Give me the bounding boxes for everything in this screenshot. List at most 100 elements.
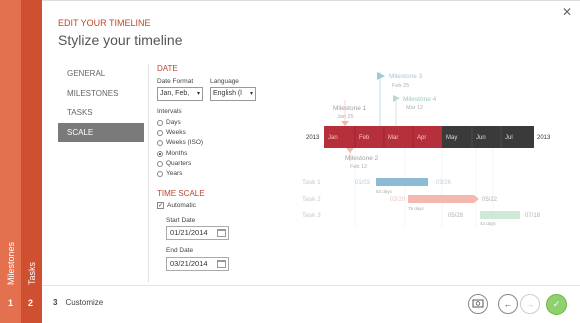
start-date-value: 01/21/2014 — [170, 228, 208, 237]
forward-button[interactable]: → — [520, 294, 540, 314]
time-scale-section-title: TIME SCALE — [157, 189, 205, 198]
task-2-start: 03/20 — [390, 197, 406, 203]
preview-button[interactable] — [468, 294, 488, 314]
task-3-start: 05/28 — [448, 213, 464, 219]
automatic-label: Automatic — [167, 202, 196, 209]
step-rail-tasks[interactable]: Tasks 2 — [21, 0, 42, 323]
radio-dot — [157, 129, 163, 136]
milestone-3-name: Milestone 3 — [389, 73, 423, 80]
radio-label: Weeks — [166, 129, 186, 136]
back-button[interactable]: ← — [498, 294, 518, 314]
start-date-label: Start Date — [166, 217, 196, 224]
step-number-3: 3 — [53, 298, 58, 307]
timeline-preview: Milestone 3 Feb 25 Milestone 4 Mar 12 Mi… — [302, 72, 551, 227]
radio-dot — [157, 119, 163, 126]
month-label-jul: Jul — [505, 135, 513, 141]
intervals-label: Intervals — [157, 108, 182, 115]
milestone-2-date: Feb 12 — [350, 164, 367, 170]
task-1-name: Task 1 — [302, 179, 321, 186]
date-format-select[interactable]: Jan, Feb, ▾ — [157, 87, 203, 101]
automatic-checkbox[interactable]: ✓ Automatic — [157, 202, 196, 209]
start-date-input[interactable]: 01/21/2014 — [166, 226, 229, 240]
language-select[interactable]: English (l ▾ — [210, 87, 256, 101]
done-button[interactable]: ✓ — [546, 294, 567, 315]
month-label-jan: Jan — [328, 135, 338, 141]
page-subtitle: EDIT YOUR TIMELINE — [58, 18, 151, 28]
nav-item-tasks[interactable]: TASKS — [58, 103, 144, 123]
end-date-label: End Date — [166, 247, 194, 254]
step-label-milestones: Milestones — [6, 241, 16, 285]
milestone-1-date: Jan 25 — [337, 114, 354, 120]
milestone-4-name: Milestone 4 — [403, 96, 437, 103]
task-1-end: 03/26 — [436, 180, 452, 186]
step-number-2: 2 — [28, 298, 34, 308]
month-label-feb: Feb — [359, 135, 370, 141]
radio-dot — [157, 139, 163, 146]
chevron-down-icon: ▾ — [196, 91, 200, 97]
milestone-4-date: Mar 12 — [406, 105, 423, 111]
interval-radio-quarters[interactable]: Quarters — [157, 160, 191, 167]
interval-radio-months[interactable]: Months — [157, 150, 187, 157]
milestone-4-flag-icon — [393, 95, 400, 102]
nav-item-milestones[interactable]: MILESTONES — [58, 84, 144, 104]
checkbox-icon: ✓ — [157, 202, 164, 209]
month-label-may: May — [446, 135, 457, 141]
month-label-mar: Mar — [388, 135, 398, 141]
milestone-3-date: Feb 25 — [392, 83, 409, 89]
task-1-bar — [376, 178, 428, 186]
forward-arrow-icon: → — [525, 299, 535, 309]
task-3-name: Task 3 — [302, 212, 321, 219]
radio-label: Days — [166, 119, 181, 126]
chevron-down-icon: ▾ — [249, 91, 253, 97]
step-customize[interactable]: 3 Customize — [53, 298, 103, 307]
end-date-input[interactable]: 03/21/2014 — [166, 257, 229, 271]
preview-icon — [472, 299, 484, 308]
step-label-tasks: Tasks — [27, 261, 37, 285]
task-2-days: 79 days — [408, 206, 425, 211]
radio-label: Quarters — [166, 160, 192, 167]
top-border — [42, 0, 580, 1]
interval-radio-weeks-iso[interactable]: Weeks (ISO) — [157, 139, 203, 146]
date-format-label: Date Format — [157, 78, 194, 85]
interval-radio-days[interactable]: Days — [157, 119, 181, 126]
nav-item-general[interactable]: GENERAL — [58, 64, 144, 84]
task-2-bar — [408, 195, 479, 203]
milestone-1-marker-icon — [341, 121, 349, 126]
footer-divider — [42, 285, 580, 286]
scale-year-left: 2013 — [306, 135, 320, 141]
language-value: English (l — [213, 90, 242, 97]
task-3-days: 43 days — [480, 221, 497, 226]
step-rail-milestones[interactable]: Milestones 1 — [0, 0, 21, 323]
radio-dot — [157, 160, 163, 167]
radio-label: Months — [166, 150, 188, 157]
interval-radio-years[interactable]: Years — [157, 170, 182, 177]
radio-dot-selected — [157, 150, 163, 157]
date-section-title: DATE — [157, 64, 178, 73]
scale-year-right: 2013 — [537, 135, 551, 141]
milestone-2-name: Milestone 2 — [345, 155, 379, 162]
close-icon[interactable]: ✕ — [562, 5, 572, 19]
month-label-jun: Jun — [476, 135, 486, 141]
date-format-value: Jan, Feb, — [160, 90, 190, 97]
calendar-icon[interactable] — [217, 260, 226, 268]
language-label: Language — [210, 78, 239, 85]
radio-label: Weeks (ISO) — [166, 139, 204, 146]
task-3-bar — [480, 211, 520, 219]
checkmark-icon: ✓ — [552, 299, 561, 309]
task-1-start: 01/03 — [355, 180, 371, 186]
milestone-1-name: Milestone 1 — [333, 105, 367, 112]
nav-divider — [148, 64, 149, 282]
radio-label: Years — [166, 170, 183, 177]
end-date-value: 03/21/2014 — [170, 259, 208, 268]
step-label-customize: Customize — [65, 298, 104, 307]
page-title: Stylize your timeline — [58, 32, 183, 48]
back-arrow-icon: ← — [503, 299, 513, 309]
nav-item-scale[interactable]: SCALE — [58, 122, 144, 142]
interval-radio-weeks[interactable]: Weeks — [157, 129, 186, 136]
step-number-1: 1 — [8, 298, 14, 308]
task-1-days: 53 days — [376, 189, 393, 194]
settings-nav: GENERAL MILESTONES TASKS SCALE — [58, 64, 144, 142]
calendar-icon[interactable] — [217, 229, 226, 237]
task-3-end: 07/18 — [525, 213, 541, 219]
month-label-apr: Apr — [417, 135, 426, 141]
